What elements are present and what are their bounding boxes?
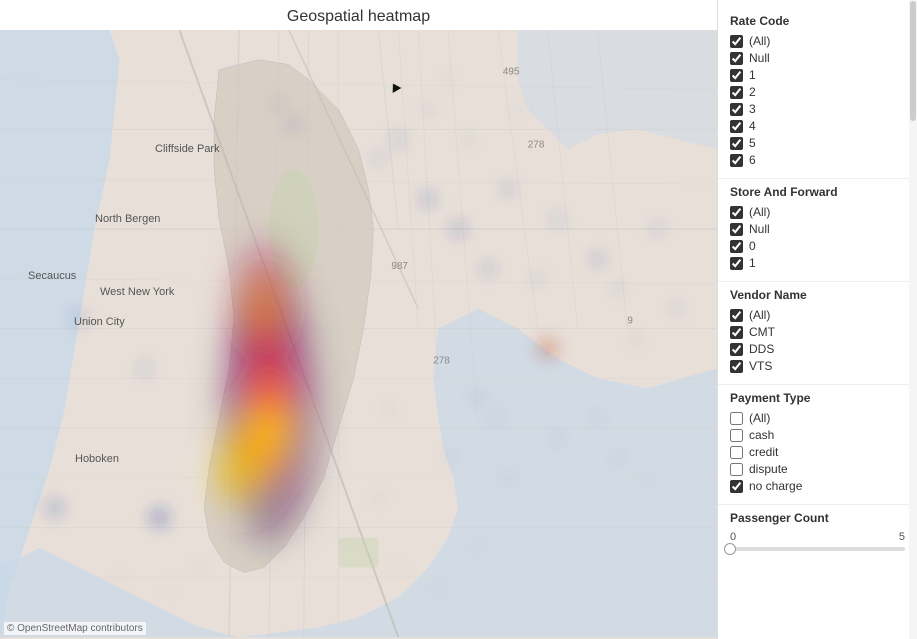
payment-credit[interactable]: credit <box>730 445 905 459</box>
svg-text:495: 495 <box>503 67 520 78</box>
label-cliffside-park: Cliffside Park <box>155 143 220 155</box>
checkbox-vendor-vts[interactable] <box>730 360 743 373</box>
sidebar: Rate Code (All) Null 1 2 3 <box>717 0 917 639</box>
label-north-bergen: North Bergen <box>95 213 160 225</box>
checkbox-payment-no-charge[interactable] <box>730 480 743 493</box>
slider-max-label: 5 <box>899 531 905 543</box>
store-forward-all[interactable]: (All) <box>730 205 905 219</box>
filter-title-passenger-count: Passenger Count <box>730 511 905 525</box>
slider-min-label: 0 <box>730 531 736 543</box>
scrollbar-thumb[interactable] <box>910 1 916 121</box>
rate-code-3[interactable]: 3 <box>730 102 905 116</box>
checkbox-payment-all[interactable] <box>730 412 743 425</box>
filter-section-rate-code: Rate Code (All) Null 1 2 3 <box>718 8 917 179</box>
slider-labels: 0 5 <box>730 531 905 543</box>
rate-code-6[interactable]: 6 <box>730 153 905 167</box>
svg-text:278: 278 <box>528 139 545 150</box>
map-attribution: © OpenStreetMap contributors <box>4 622 146 635</box>
checkbox-rate-code-5[interactable] <box>730 137 743 150</box>
filter-section-payment-type: Payment Type (All) cash credit dispute n… <box>718 385 917 505</box>
checkbox-store-forward-null[interactable] <box>730 223 743 236</box>
store-forward-0[interactable]: 0 <box>730 239 905 253</box>
rate-code-4[interactable]: 4 <box>730 119 905 133</box>
vendor-dds[interactable]: DDS <box>730 342 905 356</box>
checkbox-rate-code-1[interactable] <box>730 69 743 82</box>
checkbox-vendor-cmt[interactable] <box>730 326 743 339</box>
scrollbar-track[interactable] <box>909 0 917 639</box>
checkbox-payment-cash[interactable] <box>730 429 743 442</box>
checkbox-store-forward-all[interactable] <box>730 206 743 219</box>
filter-section-vendor-name: Vendor Name (All) CMT DDS VTS <box>718 282 917 385</box>
map-title: Geospatial heatmap <box>0 0 717 30</box>
filter-title-vendor-name: Vendor Name <box>730 288 905 302</box>
checkbox-rate-code-all[interactable] <box>730 35 743 48</box>
payment-cash[interactable]: cash <box>730 428 905 442</box>
vendor-all[interactable]: (All) <box>730 308 905 322</box>
checkbox-rate-code-3[interactable] <box>730 103 743 116</box>
checkbox-rate-code-4[interactable] <box>730 120 743 133</box>
checkbox-payment-credit[interactable] <box>730 446 743 459</box>
map-canvas: 987 495 278 278 9 <box>0 28 717 639</box>
checkbox-rate-code-6[interactable] <box>730 154 743 167</box>
rate-code-5[interactable]: 5 <box>730 136 905 150</box>
map-background: 987 495 278 278 9 <box>0 28 717 639</box>
map-area: Geospatial heatmap <box>0 0 717 639</box>
svg-text:9: 9 <box>627 316 633 327</box>
payment-no-charge[interactable]: no charge <box>730 479 905 493</box>
filter-title-store-forward: Store And Forward <box>730 185 905 199</box>
label-secaucus: Secaucus <box>28 270 76 282</box>
label-west-new-york: West New York <box>100 286 174 298</box>
rate-code-1[interactable]: 1 <box>730 68 905 82</box>
main-container: Geospatial heatmap <box>0 0 917 639</box>
rate-code-null[interactable]: Null <box>730 51 905 65</box>
filter-section-store-forward: Store And Forward (All) Null 0 1 <box>718 179 917 282</box>
checkbox-rate-code-2[interactable] <box>730 86 743 99</box>
checkbox-rate-code-null[interactable] <box>730 52 743 65</box>
store-forward-1[interactable]: 1 <box>730 256 905 270</box>
store-forward-null[interactable]: Null <box>730 222 905 236</box>
payment-dispute[interactable]: dispute <box>730 462 905 476</box>
filter-title-rate-code: Rate Code <box>730 14 905 28</box>
filter-section-passenger-count: Passenger Count 0 5 <box>718 505 917 563</box>
filter-title-payment-type: Payment Type <box>730 391 905 405</box>
slider-track[interactable] <box>730 547 905 551</box>
checkbox-store-forward-1[interactable] <box>730 257 743 270</box>
vendor-vts[interactable]: VTS <box>730 359 905 373</box>
rate-code-2[interactable]: 2 <box>730 85 905 99</box>
checkbox-payment-dispute[interactable] <box>730 463 743 476</box>
checkbox-vendor-all[interactable] <box>730 309 743 322</box>
vendor-cmt[interactable]: CMT <box>730 325 905 339</box>
checkbox-store-forward-0[interactable] <box>730 240 743 253</box>
svg-text:987: 987 <box>391 261 408 272</box>
slider-thumb[interactable] <box>724 543 736 555</box>
label-union-city: Union City <box>74 316 125 328</box>
svg-text:278: 278 <box>433 355 450 366</box>
rate-code-all[interactable]: (All) <box>730 34 905 48</box>
checkbox-vendor-dds[interactable] <box>730 343 743 356</box>
payment-all[interactable]: (All) <box>730 411 905 425</box>
label-hoboken: Hoboken <box>75 453 119 465</box>
